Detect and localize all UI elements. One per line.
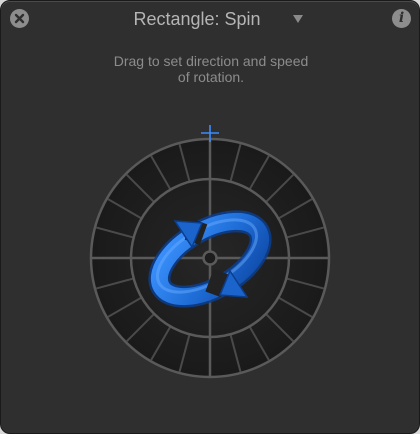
instruction-line-2: of rotation. bbox=[177, 69, 245, 85]
close-button[interactable] bbox=[10, 9, 29, 28]
spin-dial[interactable] bbox=[81, 125, 341, 397]
chevron-down-icon bbox=[293, 15, 303, 23]
spin-hud-panel: Rectangle: Spin i Drag to set direction … bbox=[0, 0, 420, 434]
instruction-text: Drag to set direction and speed of rotat… bbox=[41, 53, 381, 85]
hud-title: Rectangle: Spin bbox=[133, 9, 261, 29]
close-icon bbox=[14, 13, 25, 24]
spin-dial-graphic bbox=[89, 125, 331, 379]
dial-center-pivot bbox=[202, 250, 218, 266]
info-button[interactable]: i bbox=[392, 9, 411, 28]
instruction-line-1: Drag to set direction and speed bbox=[113, 53, 309, 69]
title-bar: Rectangle: Spin i bbox=[1, 1, 419, 37]
info-icon: i bbox=[398, 10, 405, 26]
behavior-title-dropdown[interactable]: Rectangle: Spin bbox=[111, 7, 311, 31]
